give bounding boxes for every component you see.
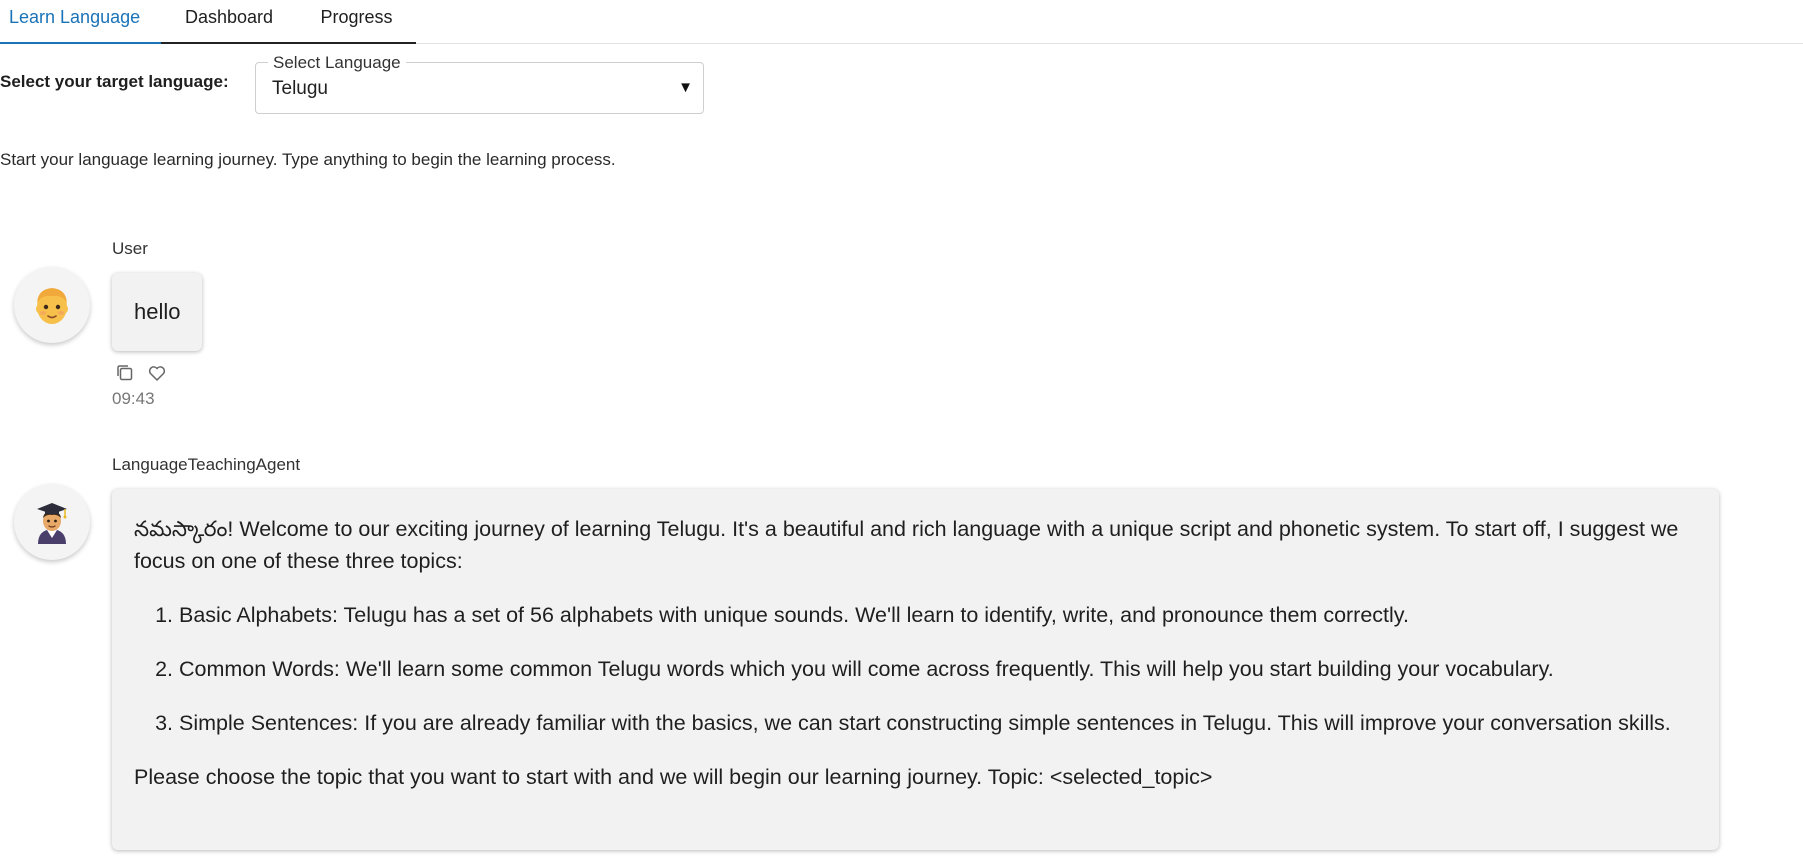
copy-icon[interactable] [114, 362, 136, 384]
agent-intro-text: నమస్కారం! Welcome to our exciting journe… [134, 517, 1679, 573]
tab-learn-language[interactable]: Learn Language [0, 0, 161, 44]
user-avatar [14, 267, 90, 343]
language-select-legend: Select Language [268, 53, 406, 73]
language-select-value: Telugu [272, 78, 328, 99]
tab-dashboard[interactable]: Dashboard [161, 0, 297, 44]
agent-avatar [14, 484, 90, 560]
topic-item: Basic Alphabets: Telugu has a set of 56 … [179, 599, 1697, 631]
language-select[interactable]: Select Language Telugu ▼ [255, 53, 704, 114]
topic-item: Common Words: We'll learn some common Te… [179, 653, 1697, 685]
intro-text: Start your language learning journey. Ty… [0, 150, 616, 169]
heart-icon[interactable] [146, 362, 168, 384]
agent-closing-text: Please choose the topic that you want to… [134, 765, 1213, 789]
message-timestamp: 09:43 [112, 389, 155, 408]
person-emoji-icon [36, 288, 68, 324]
tab-progress[interactable]: Progress [297, 0, 416, 44]
agent-message-bubble: నమస్కారం! Welcome to our exciting journe… [112, 489, 1719, 850]
topic-item: Simple Sentences: If you are already fam… [179, 707, 1697, 739]
agent-sender-name: LanguageTeachingAgent [112, 455, 301, 474]
caret-down-icon: ▼ [678, 79, 693, 96]
user-message-bubble: hello [112, 273, 203, 351]
topic-list: Basic Alphabets: Telugu has a set of 56 … [134, 599, 1697, 739]
user-sender-name: User [112, 239, 148, 258]
tab-bar: Learn Language Dashboard Progress [0, 0, 1803, 44]
student-emoji-icon [37, 503, 67, 544]
target-language-label: Select your target language: [0, 72, 229, 91]
